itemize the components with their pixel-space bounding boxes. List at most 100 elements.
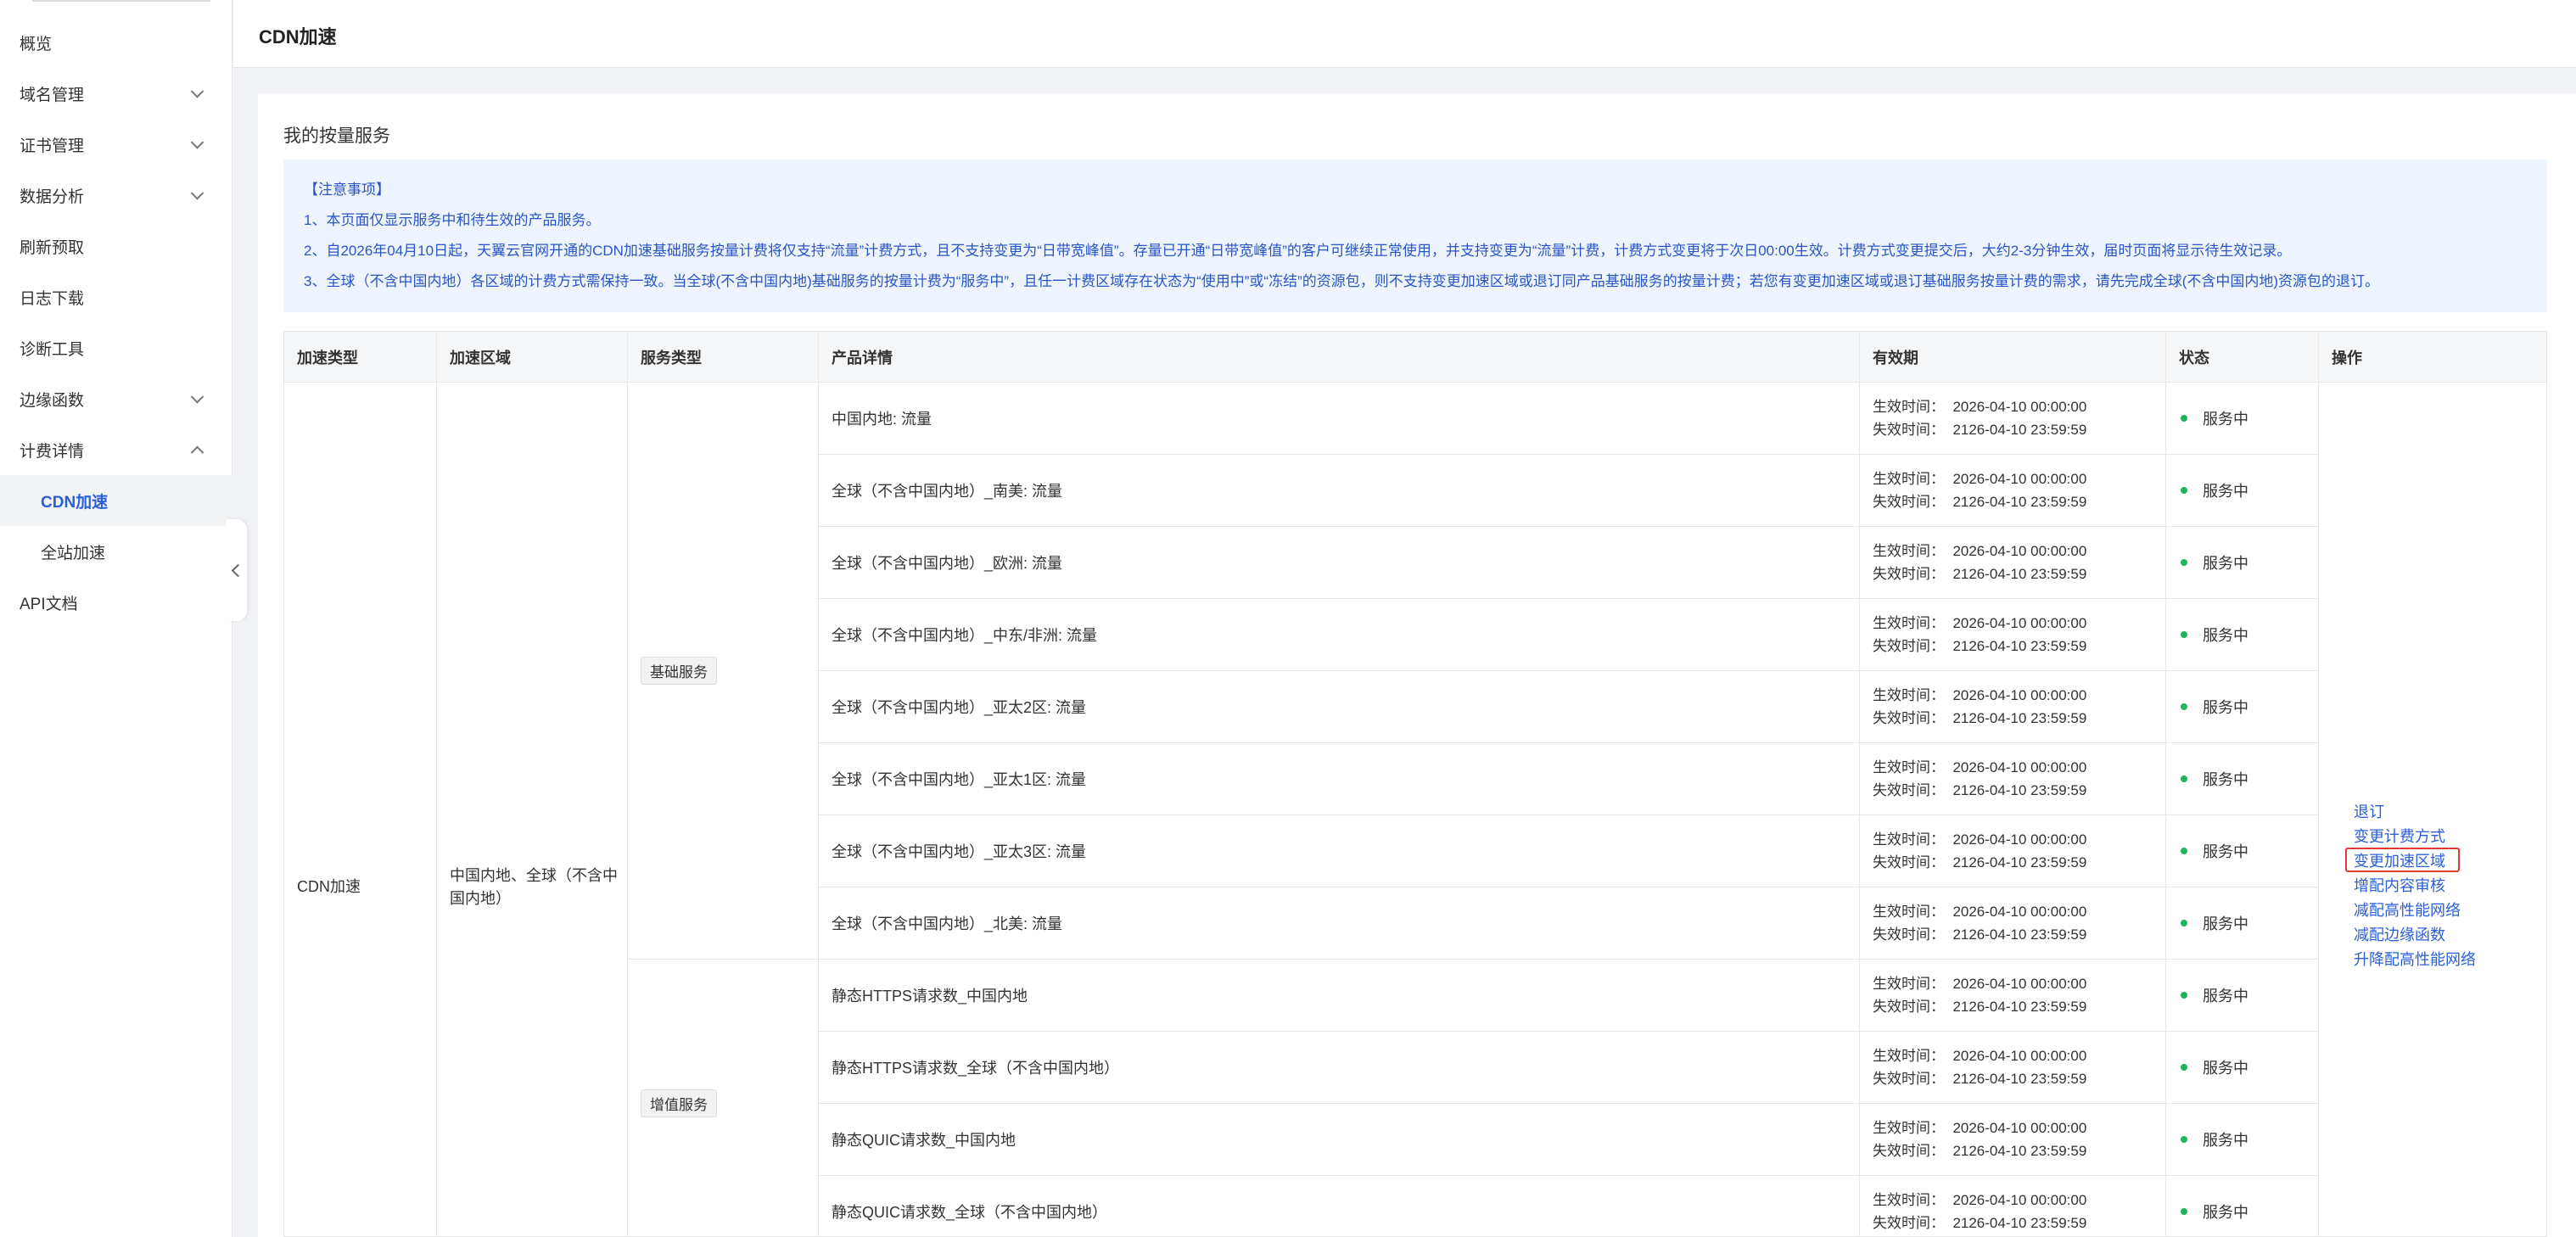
- col-product-detail-header: 产品详情: [819, 332, 1860, 383]
- validity-cell: 生效时间： 2026-04-10 00:00:00 失效时间： 2126-04-1…: [1860, 599, 2166, 671]
- start-time: 生效时间： 2026-04-10 00:00:00: [1873, 1048, 2087, 1064]
- sidebar-item-8[interactable]: 计费详情: [0, 424, 232, 475]
- status-dot-icon: [2181, 848, 2187, 854]
- status-cell: 服务中: [2166, 815, 2319, 887]
- status-text: 服务中: [2203, 699, 2248, 716]
- page-title: CDN加速: [259, 26, 337, 48]
- col-status-header: 状态: [2166, 332, 2319, 383]
- end-time: 失效时间： 2126-04-10 23:59:59: [1873, 1215, 2087, 1231]
- sidebar-item-label: 概览: [20, 35, 53, 53]
- start-time: 生效时间： 2026-04-10 00:00:00: [1873, 759, 2087, 775]
- validity-cell: 生效时间： 2026-04-10 00:00:00 失效时间： 2126-04-1…: [1860, 1104, 2166, 1176]
- status-cell: 服务中: [2166, 1176, 2319, 1236]
- start-time: 生效时间： 2026-04-10 00:00:00: [1873, 831, 2087, 848]
- status-dot-icon: [2181, 775, 2187, 782]
- col-accel-type-header: 加速类型: [284, 332, 437, 383]
- end-time: 失效时间： 2126-04-10 23:59:59: [1873, 1071, 2087, 1087]
- notice-line: 1、本页面仅显示服务中和待生效的产品服务。: [304, 212, 601, 228]
- operation-link-4[interactable]: 减配高性能网络: [2345, 897, 2478, 921]
- status-dot-icon: [2181, 487, 2187, 494]
- product-detail-cell: 静态HTTPS请求数_全球（不含中国内地）: [819, 1032, 1860, 1104]
- service-type-tag: 增值服务: [641, 1089, 717, 1117]
- operation-link-0[interactable]: 退订: [2345, 798, 2478, 823]
- status-text: 服务中: [2203, 915, 2248, 932]
- status-cell: 服务中: [2166, 1104, 2319, 1176]
- operation-link-3[interactable]: 增配内容审核: [2345, 872, 2478, 897]
- product-detail-cell: 静态QUIC请求数_中国内地: [819, 1104, 1860, 1176]
- end-time: 失效时间： 2126-04-10 23:59:59: [1873, 782, 2087, 798]
- status-dot-icon: [2181, 415, 2187, 422]
- validity-cell: 生效时间： 2026-04-10 00:00:00 失效时间： 2126-04-1…: [1860, 960, 2166, 1032]
- acceleration-type-value: CDN加速: [297, 878, 361, 895]
- service-type-cell: 基础服务: [628, 383, 819, 960]
- status-cell: 服务中: [2166, 599, 2319, 671]
- operation-link-2[interactable]: 变更加速区域: [2345, 848, 2460, 872]
- sidebar-collapse-button[interactable]: [226, 519, 247, 621]
- col-validity-header: 有效期: [1860, 332, 2166, 383]
- product-detail-cell: 全球（不含中国内地）_亚太1区: 流量: [819, 743, 1860, 815]
- status-cell: 服务中: [2166, 887, 2319, 960]
- end-time: 失效时间： 2126-04-10 23:59:59: [1873, 494, 2087, 510]
- service-type-tag: 基础服务: [641, 657, 717, 685]
- sidebar-item-10[interactable]: 全站加速: [0, 526, 232, 577]
- sidebar-item-7[interactable]: 边缘函数: [0, 373, 232, 424]
- operation-link-1[interactable]: 变更计费方式: [2345, 823, 2478, 848]
- sidebar-item-label: 日志下载: [20, 289, 85, 308]
- validity-cell: 生效时间： 2026-04-10 00:00:00 失效时间： 2126-04-1…: [1860, 887, 2166, 960]
- sidebar-item-4[interactable]: 刷新预取: [0, 221, 232, 271]
- start-time: 生效时间： 2026-04-10 00:00:00: [1873, 543, 2087, 559]
- product-detail-cell: 静态QUIC请求数_全球（不含中国内地）: [819, 1176, 1860, 1236]
- sidebar-top-divider: [32, 0, 210, 2]
- notice-line: 3、全球（不含中国内地）各区域的计费方式需保持一致。当全球(不含中国内地)基础服…: [304, 273, 2380, 289]
- sidebar-item-label: 刷新预取: [20, 238, 85, 257]
- end-time: 失效时间： 2126-04-10 23:59:59: [1873, 854, 2087, 870]
- end-time: 失效时间： 2126-04-10 23:59:59: [1873, 638, 2087, 654]
- acceleration-region-value: 中国内地、全球（不含中国内地）: [450, 867, 618, 907]
- sidebar-item-label: CDN加速: [41, 493, 109, 512]
- status-dot-icon: [2181, 631, 2187, 638]
- product-detail-cell: 静态HTTPS请求数_中国内地: [819, 960, 1860, 1032]
- product-detail-cell: 全球（不含中国内地）_北美: 流量: [819, 887, 1860, 960]
- chevron-left-icon: [231, 563, 245, 577]
- sidebar-item-6[interactable]: 诊断工具: [0, 322, 232, 373]
- operation-link-5[interactable]: 减配边缘函数: [2345, 921, 2478, 946]
- sidebar-item-9[interactable]: CDN加速: [0, 475, 232, 526]
- validity-cell: 生效时间： 2026-04-10 00:00:00 失效时间： 2126-04-1…: [1860, 1176, 2166, 1236]
- validity-cell: 生效时间： 2026-04-10 00:00:00 失效时间： 2126-04-1…: [1860, 1032, 2166, 1104]
- start-time: 生效时间： 2026-04-10 00:00:00: [1873, 904, 2087, 920]
- end-time: 失效时间： 2126-04-10 23:59:59: [1873, 926, 2087, 943]
- sidebar-item-5[interactable]: 日志下载: [0, 271, 232, 322]
- start-time: 生效时间： 2026-04-10 00:00:00: [1873, 1120, 2087, 1136]
- status-text: 服务中: [2203, 1060, 2248, 1077]
- section-title: 我的按量服务: [283, 126, 390, 146]
- chevron-up-icon: [190, 445, 204, 460]
- status-text: 服务中: [2203, 627, 2248, 644]
- start-time: 生效时间： 2026-04-10 00:00:00: [1873, 687, 2087, 703]
- notice-box: 【注意事项】 1、本页面仅显示服务中和待生效的产品服务。 2、自2026年04月…: [283, 160, 2547, 312]
- start-time: 生效时间： 2026-04-10 00:00:00: [1873, 615, 2087, 631]
- chevron-down-icon: [190, 136, 204, 149]
- operation-link-6[interactable]: 升降配高性能网络: [2345, 946, 2478, 971]
- acceleration-region-cell: 中国内地、全球（不含中国内地）: [437, 383, 628, 1236]
- sidebar-item-1[interactable]: 域名管理: [0, 68, 232, 119]
- status-dot-icon: [2181, 559, 2187, 566]
- sidebar-item-11[interactable]: API文档: [0, 577, 232, 628]
- status-text: 服务中: [2203, 411, 2248, 428]
- sidebar-item-label: 域名管理: [20, 86, 85, 104]
- sidebar-item-label: 边缘函数: [20, 391, 85, 410]
- validity-cell: 生效时间： 2026-04-10 00:00:00 失效时间： 2126-04-1…: [1860, 527, 2166, 599]
- sidebar: 概览域名管理证书管理 数据分析刷新预取日志下载诊断工具边缘函数计费详情 CDN加速全…: [0, 0, 232, 1237]
- col-operation-header: 操作: [2319, 332, 2546, 383]
- status-text: 服务中: [2203, 555, 2248, 572]
- sidebar-item-2[interactable]: 证书管理: [0, 119, 232, 170]
- sidebar-item-0[interactable]: 概览: [0, 17, 232, 68]
- status-cell: 服务中: [2166, 383, 2319, 455]
- status-cell: 服务中: [2166, 671, 2319, 743]
- status-text: 服务中: [2203, 1204, 2248, 1221]
- status-dot-icon: [2181, 1208, 2187, 1215]
- status-dot-icon: [2181, 920, 2187, 926]
- sidebar-item-3[interactable]: 数据分析: [0, 170, 232, 221]
- product-detail-cell: 全球（不含中国内地）_亚太3区: 流量: [819, 815, 1860, 887]
- validity-cell: 生效时间： 2026-04-10 00:00:00 失效时间： 2126-04-1…: [1860, 455, 2166, 527]
- status-text: 服务中: [2203, 483, 2248, 500]
